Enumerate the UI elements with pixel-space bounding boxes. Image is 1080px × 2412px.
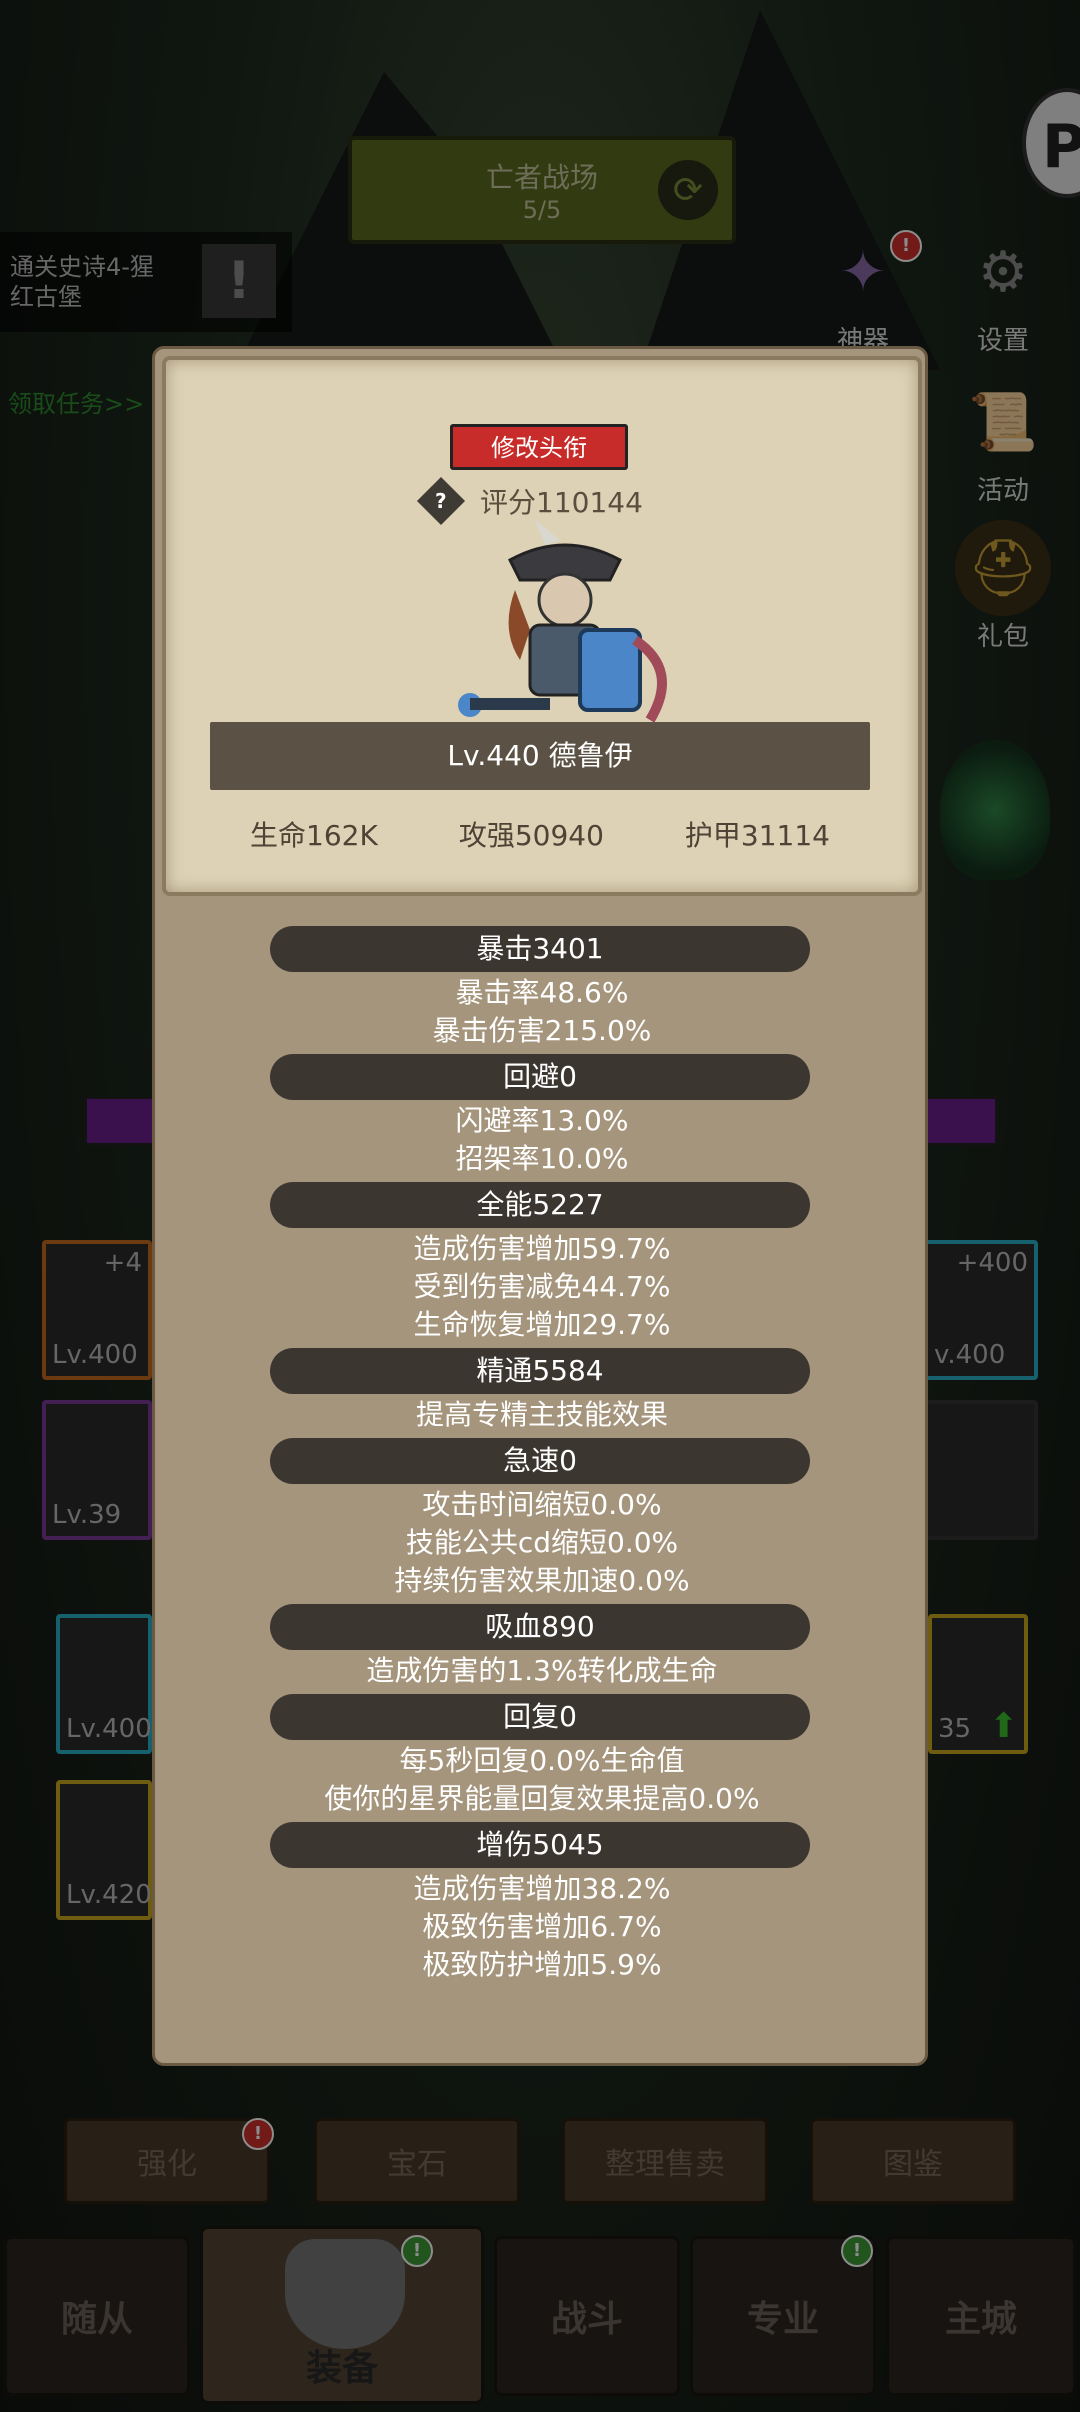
stat-line: 招架率10.0% bbox=[455, 1142, 629, 1175]
stat-line: 暴击伤害215.0% bbox=[432, 1014, 652, 1047]
section-header-crit: 暴击3401 bbox=[270, 926, 810, 972]
stat-line: 极致防护增加5.9% bbox=[422, 1948, 662, 1981]
help-icon[interactable]: ? bbox=[416, 476, 466, 526]
section-header-regen: 回复0 bbox=[270, 1694, 810, 1740]
main-stats-row: 生命162K 攻强50940 护甲31114 bbox=[210, 814, 870, 854]
stat-line: 造成伤害的1.3%转化成生命 bbox=[366, 1654, 718, 1687]
attack-power-stat: 攻强50940 bbox=[458, 819, 604, 852]
hp-stat: 生命162K bbox=[250, 819, 378, 852]
change-title-button[interactable]: 修改头衔 bbox=[450, 424, 628, 470]
score-value: 评分110144 bbox=[480, 486, 643, 519]
section-header-mastery: 精通5584 bbox=[270, 1348, 810, 1394]
section-header-evasion: 回避0 bbox=[270, 1054, 810, 1100]
stat-line: 暴击率48.6% bbox=[455, 976, 629, 1009]
score-row: ? 评分110144 bbox=[416, 476, 643, 526]
section-header-versatility: 全能5227 bbox=[270, 1182, 810, 1228]
stat-line: 技能公共cd缩短0.0% bbox=[405, 1526, 679, 1559]
druid-character-sprite bbox=[458, 520, 667, 723]
stat-line: 生命恢复增加29.7% bbox=[413, 1308, 671, 1341]
armor-stat: 护甲31114 bbox=[684, 819, 830, 852]
section-header-haste: 急速0 bbox=[270, 1438, 810, 1484]
stat-line: 极致伤害增加6.7% bbox=[422, 1910, 662, 1943]
stat-line: 造成伤害增加59.7% bbox=[413, 1232, 671, 1265]
character-name-bar: Lv.440 德鲁伊 bbox=[210, 722, 870, 790]
stat-line: 闪避率13.0% bbox=[455, 1104, 629, 1137]
section-header-damage-boost: 增伤5045 bbox=[270, 1822, 810, 1868]
stat-line: 提高专精主技能效果 bbox=[415, 1398, 668, 1431]
stat-line: 使你的星界能量回复效果提高0.0% bbox=[324, 1782, 760, 1815]
stat-line: 攻击时间缩短0.0% bbox=[422, 1488, 662, 1521]
section-header-lifesteal: 吸血890 bbox=[270, 1604, 810, 1650]
stat-line: 每5秒回复0.0%生命值 bbox=[399, 1744, 685, 1777]
stat-line: 受到伤害减免44.7% bbox=[413, 1270, 671, 1303]
stat-line: 持续伤害效果加速0.0% bbox=[394, 1564, 690, 1597]
stat-line: 造成伤害增加38.2% bbox=[413, 1872, 671, 1905]
